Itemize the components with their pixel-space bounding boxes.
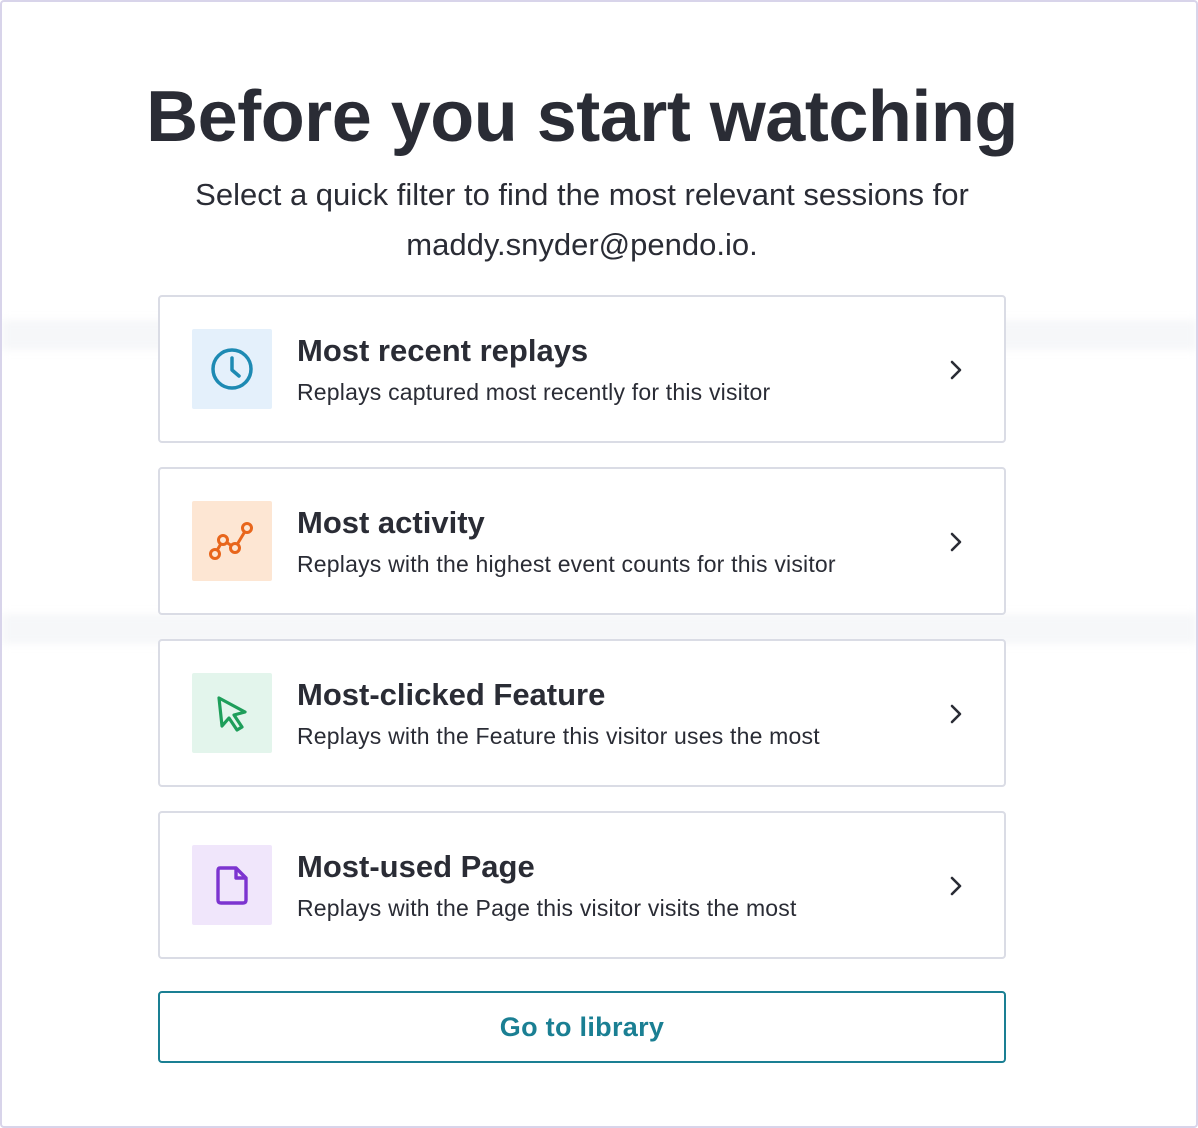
go-to-library-button[interactable]: Go to library — [158, 991, 1006, 1063]
visitor-email: maddy.snyder@pendo.io. — [406, 227, 758, 262]
option-description: Replays captured most recently for this … — [297, 379, 771, 405]
option-title: Most-clicked Feature — [297, 677, 606, 712]
option-title: Most-used Page — [297, 849, 535, 884]
subtitle-line: Select a quick filter to find the most r… — [195, 177, 969, 212]
page-document-icon — [192, 845, 272, 925]
chevron-right-icon — [950, 532, 962, 552]
option-most-recent-replays[interactable]: Most recent replays Replays captured mos… — [158, 295, 1006, 443]
modal-subtitle: Select a quick filter to find the most r… — [132, 170, 1032, 270]
chevron-right-icon — [950, 704, 962, 724]
quick-filter-modal: Before you start watching Select a quick… — [2, 2, 1196, 1126]
option-most-used-page[interactable]: Most-used Page Replays with the Page thi… — [158, 811, 1006, 959]
activity-graph-icon — [192, 501, 272, 581]
option-most-clicked-feature[interactable]: Most-clicked Feature Replays with the Fe… — [158, 639, 1006, 787]
cursor-pointer-icon — [192, 673, 272, 753]
option-title: Most recent replays — [297, 333, 589, 368]
chevron-right-icon — [950, 876, 962, 896]
option-description: Replays with the highest event counts fo… — [297, 551, 836, 577]
option-title: Most activity — [297, 505, 485, 540]
modal-title: Before you start watching — [146, 77, 1018, 157]
chevron-right-icon — [950, 360, 962, 380]
clock-icon — [192, 329, 272, 409]
option-description: Replays with the Page this visitor visit… — [297, 895, 797, 921]
app-frame: Before you start watching Select a quick… — [0, 0, 1198, 1128]
option-most-activity[interactable]: Most activity Replays with the highest e… — [158, 467, 1006, 615]
option-description: Replays with the Feature this visitor us… — [297, 723, 820, 749]
